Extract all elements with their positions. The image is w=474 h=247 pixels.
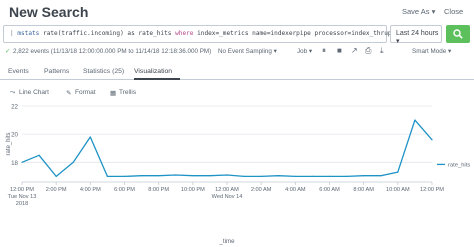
query-command: mstats xyxy=(17,30,40,37)
pause-icon[interactable]: ⏸ xyxy=(322,46,326,56)
y-axis-label: rate_hits xyxy=(6,132,12,155)
time-range-picker[interactable]: Last 24 hours ▾ xyxy=(390,25,442,45)
x-tick-label: 12:00 PM xyxy=(420,187,444,193)
event-count: 2,822 events (11/13/18 12:00:00.000 PM t… xyxy=(13,48,212,55)
data-point xyxy=(397,171,399,173)
data-point xyxy=(123,175,126,177)
x-tick-label: 12:00 PM xyxy=(10,187,34,193)
search-row: | mstats rate(traffic.incoming) as rate_… xyxy=(0,25,474,45)
tab-visualization[interactable]: Visualization xyxy=(134,68,172,75)
chart-svg: 22201812:00 PMTue Nov 1320182:00 PM 4:00 … xyxy=(6,104,470,246)
x-tick-label: 10:00 AM xyxy=(386,187,410,193)
line-chart: 22 20 18 12:00 PM Tue Nov 13 2018 2:00 PM 4:00 … xyxy=(0,102,474,247)
data-point xyxy=(414,119,416,121)
tab-events[interactable]: Events xyxy=(8,68,29,75)
x-tick-label: Wed Nov 14 xyxy=(212,194,243,200)
smart-mode-dropdown[interactable]: Smart Mode ▾ xyxy=(412,48,451,55)
series-line-rate-hits xyxy=(21,119,433,178)
print-icon[interactable]: ⎙ xyxy=(365,46,371,56)
line-chart-button[interactable]: Line Chart xyxy=(19,89,49,96)
data-point xyxy=(140,175,143,177)
query-keyword: where xyxy=(175,30,194,37)
y-tick-label: 22 xyxy=(11,104,18,111)
data-point xyxy=(363,175,365,177)
x-tick-label: 10:00 PM xyxy=(181,187,205,193)
x-tick-label: 8:00 AM xyxy=(353,187,374,193)
event-sampling-dropdown[interactable]: No Event Sampling ▾ xyxy=(218,48,277,55)
search-input[interactable]: | mstats rate(traffic.incoming) as rate_… xyxy=(3,25,428,43)
tab-patterns[interactable]: Patterns xyxy=(44,68,69,75)
save-as-menu[interactable]: Save As ▾ xyxy=(402,7,435,16)
y-tick-label: 18 xyxy=(11,160,18,167)
x-tick-label: 8:00 PM xyxy=(148,187,169,193)
data-point xyxy=(72,161,74,163)
legend-label: rate_hits xyxy=(448,163,470,169)
format-icon: ✎ xyxy=(66,90,72,97)
data-point xyxy=(209,175,211,177)
x-tick-label: 4:00 AM xyxy=(285,187,306,193)
export-icon[interactable]: ⤓ xyxy=(380,46,384,56)
data-point xyxy=(380,175,382,177)
search-query: | mstats rate(traffic.incoming) as rate_… xyxy=(10,30,428,37)
close-button[interactable]: Close xyxy=(444,7,463,16)
data-point xyxy=(226,174,228,176)
data-point xyxy=(21,161,23,163)
format-button[interactable]: Format xyxy=(75,89,96,96)
data-point xyxy=(328,175,331,177)
y-tick-label: 20 xyxy=(11,132,18,139)
viz-toolbar: ⤳ Line Chart ✎ Format ▦ Trellis xyxy=(0,87,474,101)
data-point xyxy=(311,175,314,177)
x-tick-label: 6:00 AM xyxy=(319,187,340,193)
data-point xyxy=(192,175,194,177)
x-tick-label: Tue Nov 13 xyxy=(8,194,37,200)
trellis-icon: ▦ xyxy=(110,90,117,97)
job-menu[interactable]: Job ▾ xyxy=(297,48,312,55)
results-tabs: Events Patterns Statistics (25) Visualiz… xyxy=(0,66,474,80)
data-point xyxy=(431,139,433,141)
check-icon: ✓ xyxy=(5,48,11,55)
data-point xyxy=(175,174,177,176)
data-point xyxy=(158,175,160,177)
search-icon xyxy=(453,29,463,39)
x-tick-label: 4:00 PM xyxy=(80,187,101,193)
query-pipe: | xyxy=(10,30,14,37)
trellis-button[interactable]: Trellis xyxy=(119,89,136,96)
x-axis-label: _time xyxy=(218,238,235,245)
x-tick-label: 2:00 AM xyxy=(251,187,272,193)
job-status-bar: ✓ 2,822 events (11/13/18 12:00:00.000 PM… xyxy=(0,46,474,60)
x-tick-label: 12:00 AM xyxy=(215,187,239,193)
line-chart-icon: ⤳ xyxy=(10,89,16,96)
query-args: rate(traffic.incoming) as rate_hits xyxy=(43,30,172,37)
title-bar: New Search Save As ▾ Close xyxy=(0,0,474,24)
x-tick-label: 6:00 PM xyxy=(114,187,135,193)
page-title: New Search xyxy=(9,4,89,20)
data-point xyxy=(55,175,57,177)
search-button[interactable] xyxy=(446,25,470,43)
x-tick-label: 2018 xyxy=(16,201,28,207)
active-tab-indicator xyxy=(134,78,180,80)
tab-statistics[interactable]: Statistics (25) xyxy=(83,68,124,75)
x-tick-label: 2:00 PM xyxy=(46,187,67,193)
data-point xyxy=(89,136,91,138)
stop-icon[interactable]: ■ xyxy=(337,46,342,55)
data-point xyxy=(345,175,348,177)
data-point xyxy=(294,175,296,177)
data-point xyxy=(106,175,109,177)
share-icon[interactable]: ↗ xyxy=(351,46,358,55)
data-point xyxy=(277,175,279,177)
data-point xyxy=(243,175,245,177)
data-point xyxy=(260,175,262,177)
data-point xyxy=(38,154,40,156)
